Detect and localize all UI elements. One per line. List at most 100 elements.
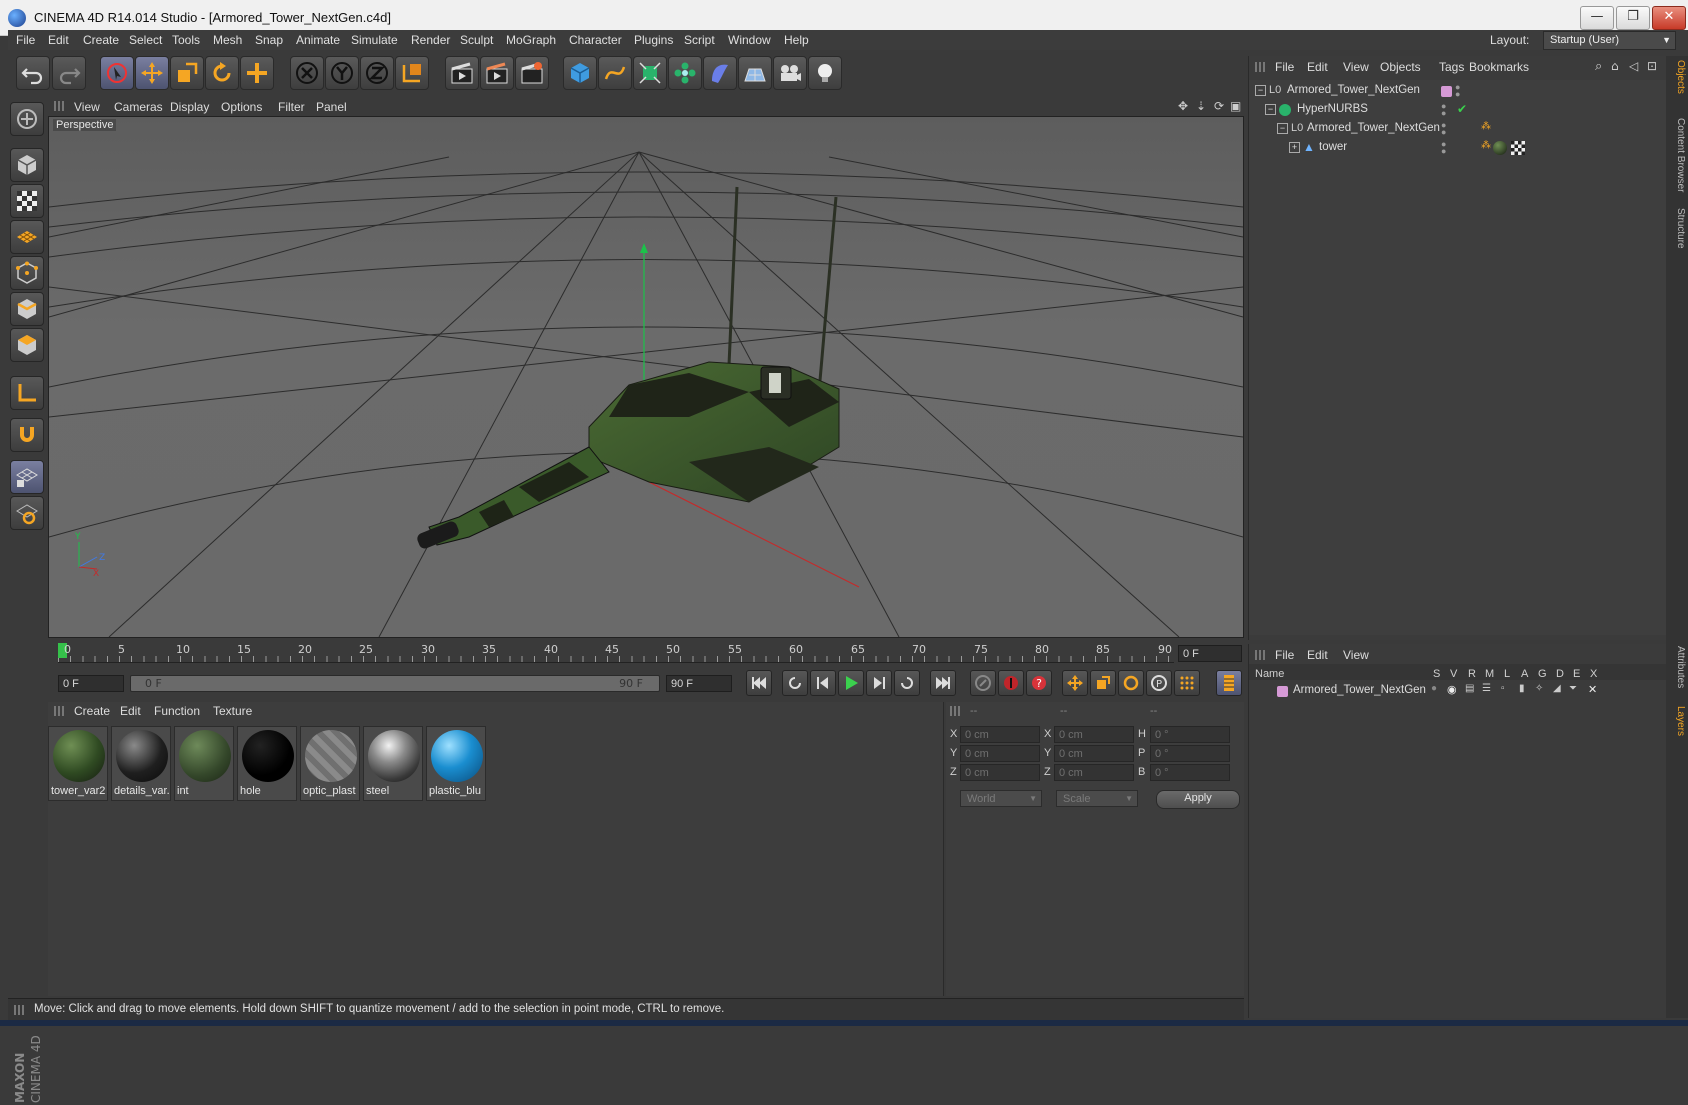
redo-button[interactable] [52,56,86,90]
viewport-maximize-icon[interactable]: ▣ [1230,99,1241,113]
layer-col-xref[interactable]: X [1590,668,1597,680]
objects-menu-objects[interactable]: Objects [1380,60,1421,74]
autokey-button[interactable] [998,670,1024,696]
y-axis-arrow[interactable] [640,243,648,253]
previous-key-button[interactable] [782,670,808,696]
workplane-mode-button[interactable] [10,220,44,254]
menu-help[interactable]: Help [784,33,809,47]
z-axis-button[interactable] [360,56,394,90]
material-menu-function[interactable]: Function [154,704,200,718]
timeline-window-button[interactable] [1216,670,1242,696]
objects-menu-bookmarks[interactable]: Bookmarks [1469,60,1529,74]
tab-content-browser[interactable]: Content Browser [1668,118,1686,192]
layer-lock-icon[interactable]: ▫ [1501,683,1505,694]
model-mode-button[interactable] [10,148,44,182]
previous-frame-button[interactable] [810,670,836,696]
key-pla-button[interactable] [1174,670,1200,696]
points-mode-button[interactable] [10,256,44,290]
viewport-menu-view[interactable]: View [74,100,100,114]
move-tool-button[interactable] [135,56,169,90]
menu-file[interactable]: File [16,33,35,47]
record-keys-button[interactable] [970,670,996,696]
polygons-mode-button[interactable] [10,328,44,362]
layer-color-swatch[interactable] [1441,86,1452,97]
layer-col-render[interactable]: R [1468,668,1476,680]
drag-handle-icon[interactable] [54,101,64,111]
locked-workplane-button[interactable] [10,460,44,494]
layer-col-locked[interactable]: L [1504,668,1510,680]
layer-col-generators[interactable]: G [1538,668,1547,680]
layer-generator-icon[interactable]: ✧ [1535,683,1543,694]
material-menu-texture[interactable]: Texture [213,704,252,718]
objects-menu-edit[interactable]: Edit [1307,60,1328,74]
expand-icon[interactable]: − [1265,104,1276,115]
object-row[interactable]: − L0 Armored_Tower_NextGen ● ● ⁂ [1249,120,1667,139]
texture-tag-icon[interactable] [1511,141,1525,155]
key-scale-button[interactable] [1090,670,1116,696]
texture-mode-button[interactable] [10,184,44,218]
visibility-dots-icon[interactable]: ● ● [1441,102,1446,118]
layer-col-name[interactable]: Name [1255,668,1284,680]
phong-tag-icon[interactable]: ⁂ [1481,140,1491,151]
y-axis-button[interactable] [325,56,359,90]
coordinate-mode-select[interactable]: World ▼ [960,790,1042,807]
coordinate-system-button[interactable] [395,56,429,90]
close-button[interactable]: ✕ [1652,6,1686,30]
material-swatch[interactable]: optic_plast [300,726,360,801]
add-tool-button[interactable] [240,56,274,90]
menu-snap[interactable]: Snap [255,33,283,47]
material-swatch[interactable]: details_var. [111,726,171,801]
layer-solo-icon[interactable]: ● [1431,683,1437,694]
x-axis-button[interactable] [290,56,324,90]
size-z-field[interactable]: 0 cm [1054,764,1134,781]
deformer-button[interactable] [703,56,737,90]
object-row[interactable]: − L0 Armored_Tower_NextGen ● ● [1249,82,1667,101]
go-to-start-button[interactable] [746,670,772,696]
next-key-button[interactable] [894,670,920,696]
phong-tag-icon[interactable]: ⁂ [1481,121,1491,132]
play-button[interactable] [838,670,864,696]
objects-menu-view[interactable]: View [1343,60,1369,74]
menu-window[interactable]: Window [728,33,771,47]
drag-handle-icon[interactable] [1255,62,1265,72]
range-slider[interactable]: 0 F 90 F [130,675,660,692]
menu-mograph[interactable]: MoGraph [506,33,556,47]
menu-mesh[interactable]: Mesh [213,33,242,47]
layer-xref-icon[interactable]: ✕ [1588,683,1597,696]
rotation-p-field[interactable]: 0 ° [1150,745,1230,762]
menu-script[interactable]: Script [684,33,715,47]
layers-menu-edit[interactable]: Edit [1307,648,1328,662]
armored-tower-model[interactable] [416,186,840,550]
viewport-orbit-icon[interactable]: ⟳ [1214,99,1224,113]
expand-icon[interactable]: − [1277,123,1288,134]
menu-select[interactable]: Select [129,33,162,47]
objects-menu-tags[interactable]: Tags [1439,60,1464,74]
rotate-tool-button[interactable] [205,56,239,90]
mograph-cloner-button[interactable] [668,56,702,90]
layer-render-icon[interactable]: ▤ [1465,683,1474,694]
key-parameter-button[interactable]: P [1146,670,1172,696]
maximize-button[interactable]: ❐ [1616,6,1650,30]
menu-create[interactable]: Create [83,33,119,47]
object-row[interactable]: + ▲ tower ● ● ⁂ [1249,139,1667,158]
collapse-icon[interactable]: ◁ [1629,59,1638,73]
tab-structure[interactable]: Structure [1668,208,1686,249]
layer-deformer-icon[interactable]: ◢ [1553,683,1561,694]
viewport-menu-cameras[interactable]: Cameras [114,100,163,114]
home-icon[interactable]: ⌂ [1611,59,1619,73]
layer-view-eye-icon[interactable]: ◉ [1447,683,1457,696]
drag-handle-icon[interactable] [54,706,64,716]
render-settings-button[interactable] [515,56,549,90]
viewport-pan-icon[interactable]: ✥ [1178,99,1188,113]
drag-handle-icon[interactable] [14,1005,24,1015]
layers-menu-view[interactable]: View [1343,648,1369,662]
next-frame-button[interactable] [866,670,892,696]
layer-col-deformers[interactable]: D [1556,668,1564,680]
layer-manager-icon[interactable]: ☰ [1482,683,1491,694]
visibility-dots-icon[interactable]: ● ● [1455,83,1460,99]
live-selection-button[interactable] [100,56,134,90]
layer-col-expressions[interactable]: E [1573,668,1580,680]
tab-objects[interactable]: Objects [1668,60,1686,94]
size-mode-select[interactable]: Scale ▼ [1056,790,1138,807]
material-tag-icon[interactable] [1493,141,1507,155]
